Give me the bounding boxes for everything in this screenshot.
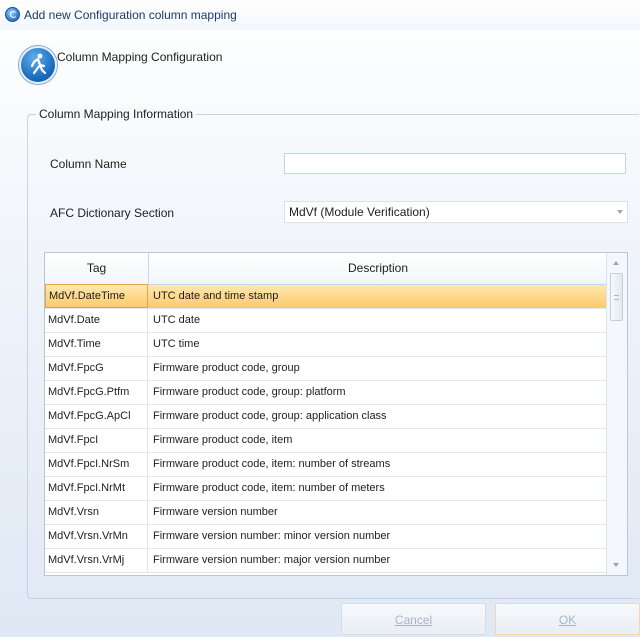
table-row[interactable]: MdVf.Vrsn.VrMn Firmware version number: m…: [45, 525, 607, 549]
description-cell[interactable]: Firmware product code, group: applicatio…: [149, 405, 607, 428]
tag-cell[interactable]: MdVf.Date: [45, 309, 148, 332]
tag-cell[interactable]: MdVf.Vrsn.VrMj: [45, 549, 148, 572]
description-cell[interactable]: Firmware product code, item: number of s…: [149, 453, 607, 476]
column-header-description[interactable]: Description: [149, 253, 607, 284]
table-row[interactable]: MdVf.FpcI.NrSm Firmware product code, ite…: [45, 453, 607, 477]
tag-grid[interactable]: Tag Description MdVf.DateTime UTC date an…: [44, 252, 628, 576]
tag-cell[interactable]: MdVf.FpcG: [45, 357, 148, 380]
table-row[interactable]: MdVf.DateTime UTC date and time stamp: [45, 284, 607, 309]
vertical-scrollbar[interactable]: [606, 253, 627, 575]
table-row[interactable]: MdVf.Vrsn.VrMj Firmware version number: m…: [45, 549, 607, 573]
section-dropdown-value: MdVf (Module Verification): [289, 205, 430, 219]
table-row[interactable]: MdVf.Date UTC date: [45, 309, 607, 333]
cancel-button-label: Cancel: [394, 613, 433, 627]
table-row[interactable]: MdVf.Time UTC time: [45, 333, 607, 357]
groupbox-legend: Column Mapping Information: [36, 107, 197, 121]
scroll-down-icon[interactable]: [613, 563, 619, 567]
description-cell[interactable]: Firmware product code, item: [149, 429, 607, 452]
title-bar: Add new Configuration column mapping: [0, 0, 640, 30]
section-dropdown[interactable]: MdVf (Module Verification): [284, 201, 628, 223]
description-cell[interactable]: Firmware version number: minor version n…: [149, 525, 607, 548]
tag-cell[interactable]: MdVf.FpcI.NrSm: [45, 453, 148, 476]
chevron-down-icon[interactable]: [617, 210, 623, 214]
table-row[interactable]: MdVf.FpcG.Ptfm Firmware product code, gro…: [45, 381, 607, 405]
table-row[interactable]: MdVf.FpcG.ApCl Firmware product code, gro…: [45, 405, 607, 429]
table-row[interactable]: MdVf.FpcI Firmware product code, item: [45, 429, 607, 453]
running-man-icon: [19, 46, 57, 84]
section-label: AFC Dictionary Section: [50, 206, 175, 220]
tag-cell[interactable]: MdVf.DateTime: [45, 284, 148, 308]
ok-button[interactable]: OK: [495, 603, 640, 635]
cancel-button[interactable]: Cancel: [341, 603, 486, 635]
scroll-thumb[interactable]: [610, 273, 623, 321]
table-row[interactable]: MdVf.FpcG Firmware product code, group: [45, 357, 607, 381]
tag-cell[interactable]: MdVf.Time: [45, 333, 148, 356]
description-cell[interactable]: UTC date: [149, 309, 607, 332]
tag-cell[interactable]: MdVf.FpcG.ApCl: [45, 405, 148, 428]
grid-header: Tag Description: [45, 253, 607, 285]
tag-cell[interactable]: MdVf.Vrsn.VrMn: [45, 525, 148, 548]
scroll-up-icon[interactable]: [613, 261, 619, 265]
description-cell[interactable]: UTC time: [149, 333, 607, 356]
column-name-input[interactable]: [284, 153, 626, 174]
table-row[interactable]: MdVf.FpcI.NrMt Firmware product code, ite…: [45, 477, 607, 501]
grid-rows: MdVf.DateTime UTC date and time stamp MdVf…: [45, 284, 607, 573]
tag-cell[interactable]: MdVf.Vrsn: [45, 501, 148, 524]
description-cell[interactable]: Firmware product code, group: platform: [149, 381, 607, 404]
header-title: Column Mapping Configuration: [57, 50, 223, 64]
description-cell[interactable]: Firmware product code, group: [149, 357, 607, 380]
app-icon: [5, 7, 20, 22]
window-title: Add new Configuration column mapping: [24, 8, 237, 22]
table-row[interactable]: MdVf.Vrsn Firmware version number: [45, 501, 607, 525]
column-header-tag[interactable]: Tag: [45, 253, 149, 284]
description-cell[interactable]: Firmware version number: major version n…: [149, 549, 607, 572]
column-name-label: Column Name: [50, 157, 127, 171]
description-cell[interactable]: Firmware product code, item: number of m…: [149, 477, 607, 500]
tag-cell[interactable]: MdVf.FpcI: [45, 429, 148, 452]
tag-cell[interactable]: MdVf.FpcI.NrMt: [45, 477, 148, 500]
description-cell[interactable]: Firmware version number: [149, 501, 607, 524]
tag-cell[interactable]: MdVf.FpcG.Ptfm: [45, 381, 148, 404]
ok-button-label: OK: [558, 613, 577, 627]
description-cell[interactable]: UTC date and time stamp: [149, 285, 607, 308]
